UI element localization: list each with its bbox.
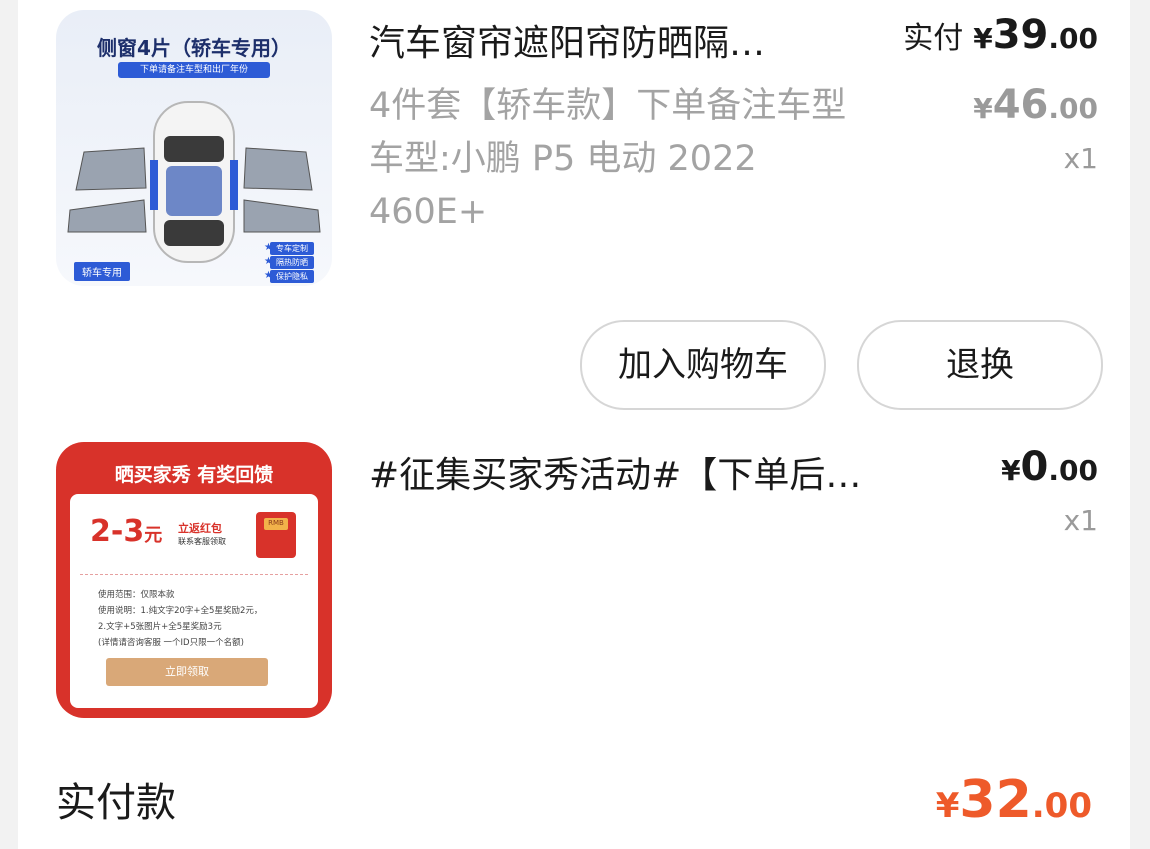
product-thumbnail-promo[interactable]: 晒买家秀 有奖回馈 2-3元 立返红包 联系客服领取 RMB 使用范围：仅限本款…: [56, 442, 332, 718]
promo-line: (详情请咨询客服 一个ID只限一个名额): [98, 638, 244, 648]
promo-red-sub: 联系客服领取: [178, 537, 226, 546]
promo-claim-button: 立即领取: [106, 658, 268, 686]
thumb-tag: 轿车专用: [74, 262, 130, 281]
paid-label: 实付: [903, 21, 964, 56]
divider: [80, 574, 308, 575]
total-paid-label: 实付款: [56, 780, 176, 826]
paid-price: ¥0.00: [1001, 444, 1098, 490]
add-to-cart-button[interactable]: 加入购物车: [580, 320, 826, 410]
promo-line: 2.文字+5张图片+全5星奖励3元: [98, 622, 222, 632]
quantity: x1: [1063, 142, 1098, 175]
promo-amount: 2-3元: [90, 514, 163, 549]
promo-line: 使用说明：1.纯文字20字+全5星奖励2元，: [98, 606, 263, 616]
product-sku: 4件套【轿车款】下单备注车型 车型:小鹏 P5 电动 2022 460E+: [369, 80, 859, 239]
thumb-feature: 保护隐私: [270, 270, 314, 283]
product-title[interactable]: #征集买家秀活动#【下单后…: [369, 446, 861, 498]
original-price: ¥46.00: [973, 82, 1098, 128]
total-paid-price: ¥32.00: [935, 770, 1092, 830]
promo-line: 使用范围：仅限本款: [98, 590, 175, 600]
order-card: 侧窗4片（轿车专用） 下单请备注车型和出厂年份 ★ 专车定制 ★ 隔热防晒 ★ …: [18, 0, 1130, 849]
product-thumbnail-sunshade[interactable]: 侧窗4片（轿车专用） 下单请备注车型和出厂年份 ★ 专车定制 ★ 隔热防晒 ★ …: [56, 10, 332, 286]
return-exchange-button[interactable]: 退换: [857, 320, 1103, 410]
promo-panel: 2-3元 立返红包 联系客服领取 RMB 使用范围：仅限本款 使用说明：1.纯文…: [70, 494, 318, 708]
sku-line: 4件套【轿车款】下单备注车型: [369, 86, 847, 126]
red-envelope-icon: RMB: [256, 512, 296, 558]
thumb-banner: 晒买家秀 有奖回馈: [114, 464, 274, 486]
sku-line: 车型:小鹏 P5 电动 2022 460E+: [369, 139, 757, 232]
paid-price: 实付 ¥39.00: [903, 12, 1098, 58]
thumb-feature: 隔热防晒: [270, 256, 314, 269]
thumb-feature: 专车定制: [270, 242, 314, 255]
quantity: x1: [1063, 504, 1098, 537]
promo-red-title: 立返红包: [178, 522, 222, 535]
product-title[interactable]: 汽车窗帘遮阳帘防晒隔…: [369, 14, 765, 66]
